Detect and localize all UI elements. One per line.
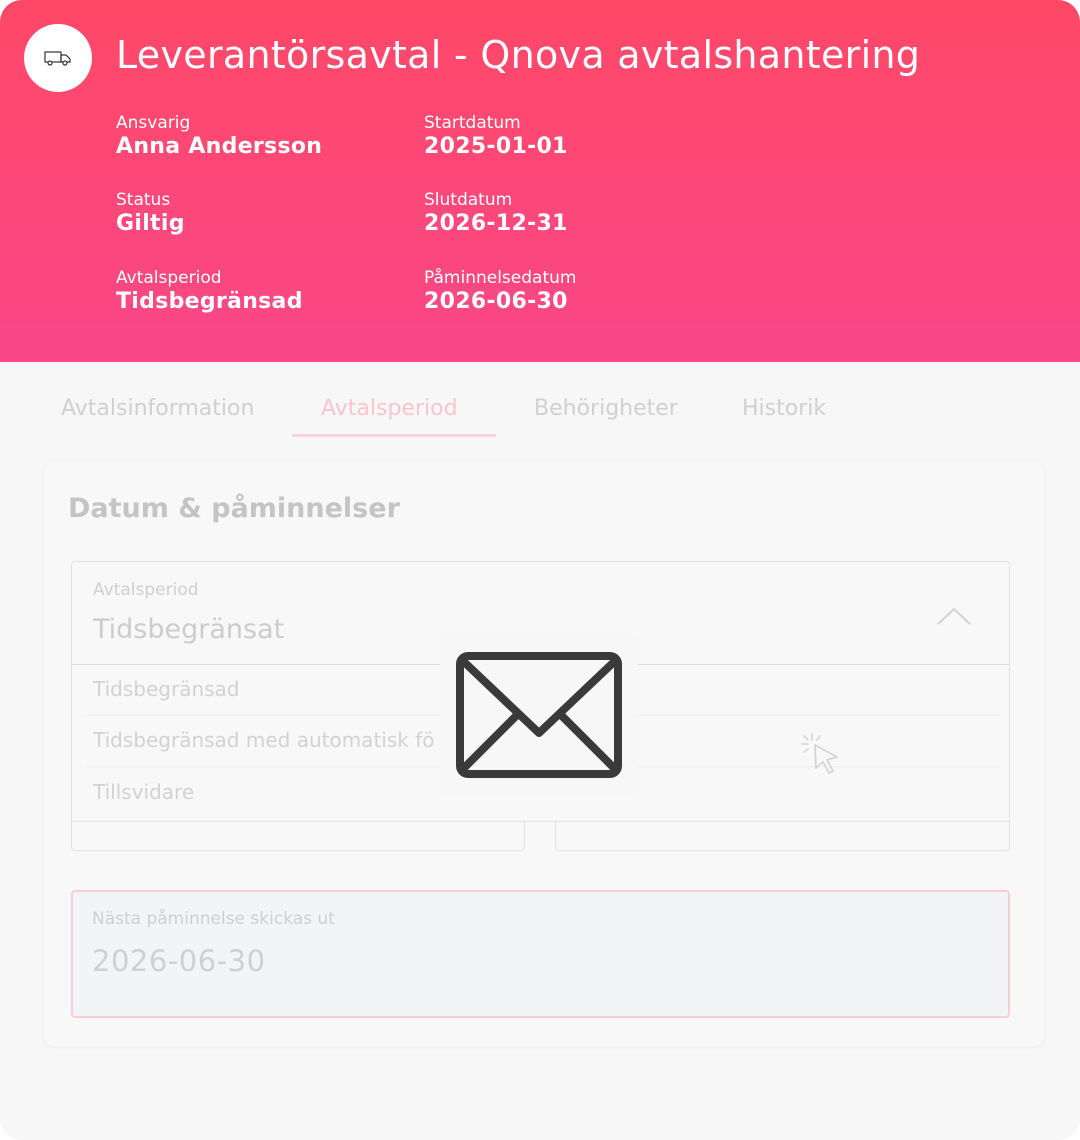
meta-value: Anna Andersson bbox=[116, 134, 323, 159]
contract-card: Leverantörsavtal - Qnova avtalshantering… bbox=[0, 0, 1080, 1140]
tab-behorigheter[interactable]: Behörigheter bbox=[534, 396, 678, 421]
meta-value: Tidsbegränsad bbox=[116, 289, 303, 314]
section-title: Datum & påminnelser bbox=[68, 493, 400, 524]
meta-responsible: Ansvarig Anna Andersson bbox=[116, 113, 322, 161]
meta-reminder-date: Påminnelsedatum 2026-06-30 bbox=[424, 268, 576, 316]
meta-start-date: Startdatum 2025-01-01 bbox=[424, 113, 568, 161]
meta-value: 2026-06-30 bbox=[424, 289, 568, 314]
meta-label: Avtalsperiod bbox=[116, 268, 222, 288]
envelope-icon bbox=[456, 652, 622, 778]
logo-badge bbox=[24, 24, 92, 92]
meta-label: Status bbox=[116, 190, 171, 210]
dropdown-option[interactable]: Tidsbegränsad med automatisk fö bbox=[93, 728, 434, 752]
end-date-field[interactable] bbox=[555, 821, 1010, 851]
start-date-field[interactable] bbox=[71, 821, 525, 851]
next-reminder-label: Nästa påminnelse skickas ut bbox=[92, 909, 335, 929]
meta-label: Påminnelsedatum bbox=[424, 268, 577, 288]
meta-period: Avtalsperiod Tidsbegränsad bbox=[116, 268, 303, 316]
meta-label: Slutdatum bbox=[424, 190, 513, 210]
envelope-overlay bbox=[440, 636, 638, 794]
meta-label: Ansvarig bbox=[116, 113, 191, 133]
period-select-label: Avtalsperiod bbox=[93, 580, 199, 600]
dropdown-option[interactable]: Tillsvidare bbox=[93, 780, 194, 804]
truck-icon bbox=[44, 51, 71, 66]
dropdown-option[interactable]: Tidsbegränsad bbox=[93, 677, 240, 701]
tab-avtalsperiod[interactable]: Avtalsperiod bbox=[321, 396, 458, 421]
tab-historik[interactable]: Historik bbox=[742, 396, 826, 421]
period-select-value: Tidsbegränsat bbox=[93, 614, 285, 645]
next-reminder-value: 2026-06-30 bbox=[92, 944, 266, 978]
active-tab-indicator bbox=[292, 434, 496, 437]
meta-value: Giltig bbox=[116, 211, 185, 236]
meta-value: 2026-12-31 bbox=[424, 211, 568, 236]
meta-label: Startdatum bbox=[424, 113, 521, 133]
meta-end-date: Slutdatum 2026-12-31 bbox=[424, 190, 568, 238]
meta-status: Status Giltig bbox=[116, 190, 185, 238]
meta-value: 2025-01-01 bbox=[424, 134, 568, 159]
contract-header: Leverantörsavtal - Qnova avtalshantering… bbox=[0, 0, 1080, 362]
tab-avtalsinformation[interactable]: Avtalsinformation bbox=[61, 396, 254, 421]
click-cursor-icon bbox=[801, 733, 838, 774]
page-title: Leverantörsavtal - Qnova avtalshantering bbox=[116, 33, 921, 77]
chevron-up-icon[interactable] bbox=[936, 606, 972, 626]
